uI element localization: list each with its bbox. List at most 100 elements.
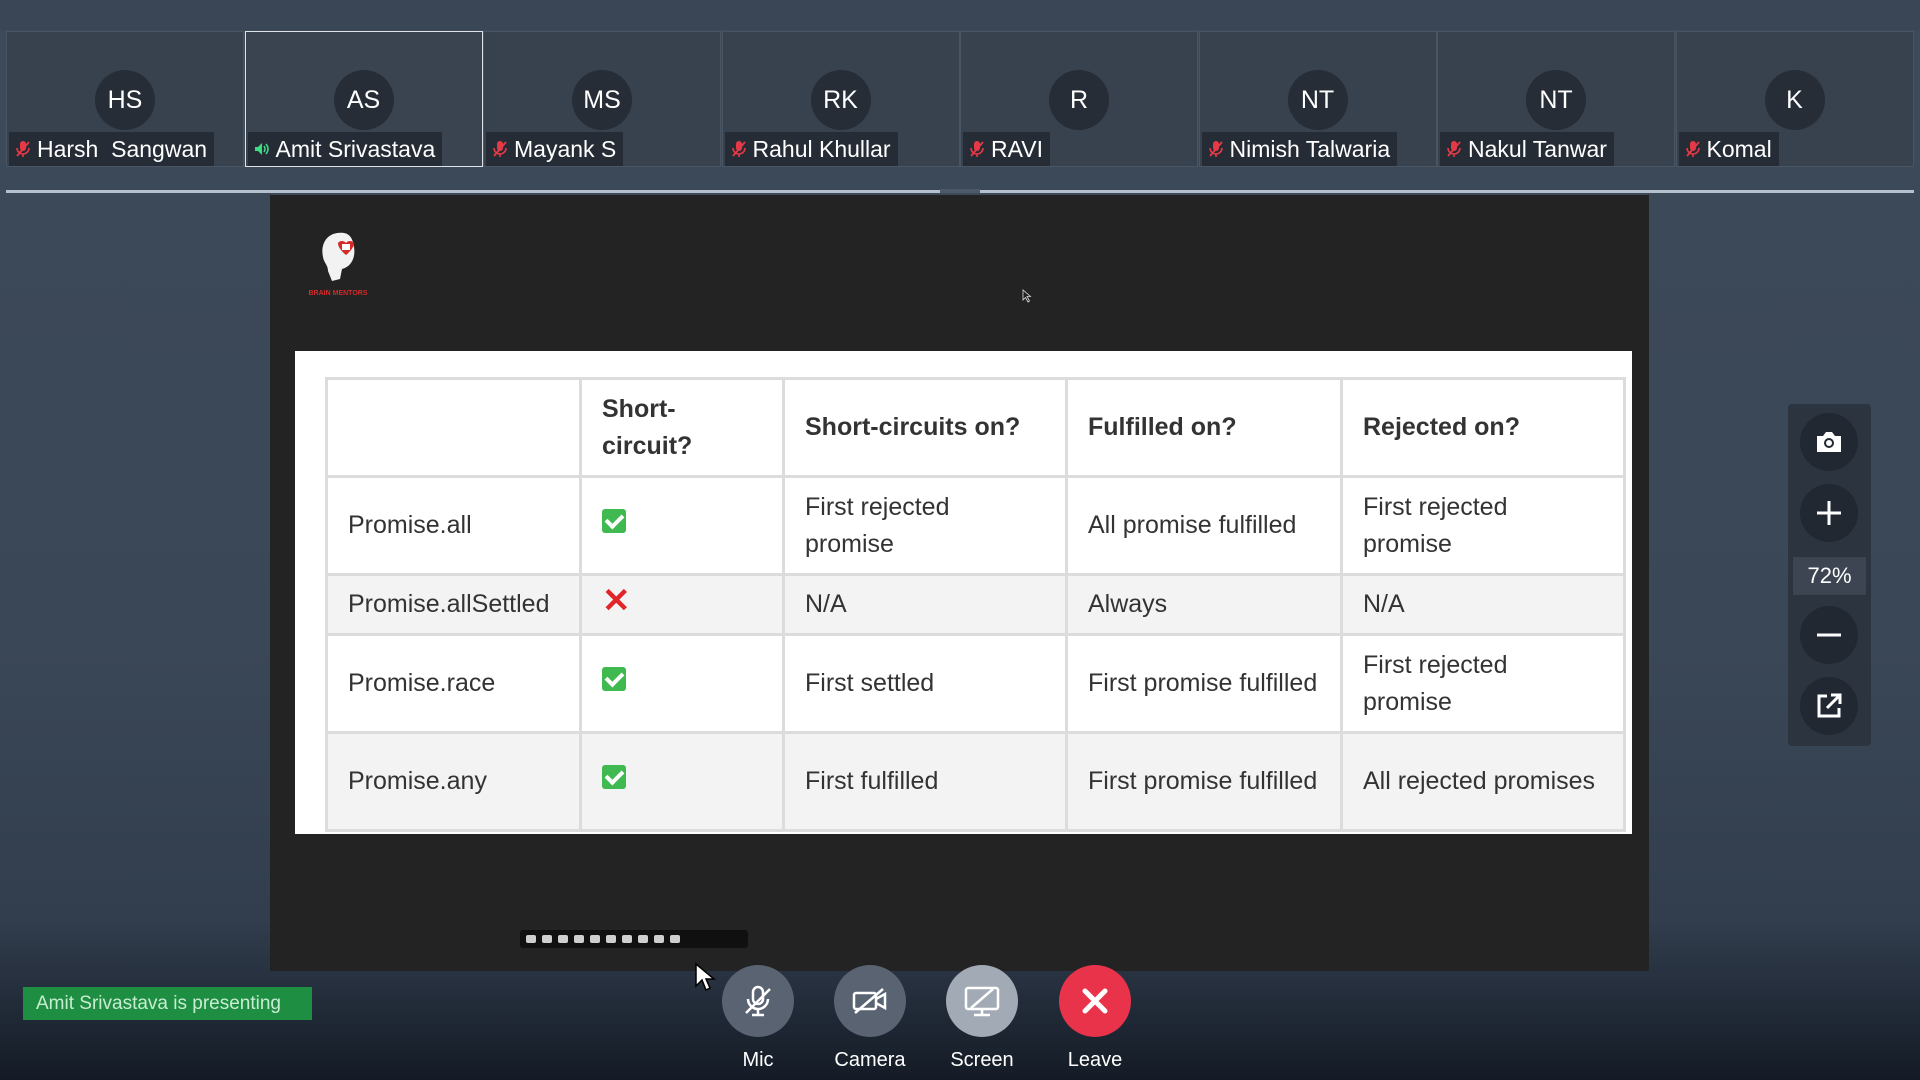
promise-comparison-table: Short-circuit? Short-circuits on? Fulfil… — [325, 377, 1626, 832]
table-header: Fulfilled on? — [1065, 377, 1343, 478]
table-row: Promise.all First rejected promise All p… — [325, 475, 1626, 576]
table-header: Short-circuits on? — [782, 377, 1068, 478]
screen-share-view: BRAIN MENTORS Short-circuit? Short-circu… — [270, 195, 1649, 971]
participant-namebar: Amit Srivastava — [247, 132, 443, 166]
participant-tile[interactable]: RK Rahul Khullar — [721, 31, 960, 167]
zoom-out-icon — [1817, 633, 1841, 637]
participant-name: RAVI — [991, 135, 1043, 162]
leave-label: Leave — [1067, 1049, 1123, 1071]
leave-button[interactable] — [1059, 965, 1131, 1037]
mic-off-icon — [745, 985, 771, 1017]
check-icon — [602, 667, 626, 691]
resize-handle[interactable] — [940, 189, 980, 193]
participant-tile-active[interactable]: AS Amit Srivastava — [244, 31, 483, 167]
screen-label: Screen — [950, 1049, 1014, 1071]
camera-control[interactable]: Camera — [833, 965, 907, 1072]
svg-text:BRAIN MENTORS: BRAIN MENTORS — [309, 290, 368, 297]
mic-muted-icon — [1685, 141, 1700, 157]
participant-tile[interactable]: NT Nakul Tanwar — [1437, 31, 1675, 167]
fulfilled-on-cell: Always — [1065, 573, 1343, 636]
zoom-in-button[interactable] — [1800, 484, 1858, 542]
mic-muted-icon — [1208, 141, 1223, 157]
slide-content: Short-circuit? Short-circuits on? Fulfil… — [295, 351, 1632, 834]
check-icon — [602, 509, 626, 533]
table-header: Rejected on? — [1340, 377, 1626, 478]
popout-button[interactable] — [1800, 677, 1858, 735]
mouse-cursor-icon — [695, 962, 716, 992]
participant-name: Komal — [1706, 135, 1772, 162]
camera-label: Camera — [834, 1049, 906, 1071]
camera-icon — [1817, 432, 1841, 452]
fulfilled-on-cell: First promise fulfilled — [1065, 731, 1343, 832]
mic-control[interactable]: Mic — [721, 965, 795, 1072]
avatar: AS — [333, 70, 394, 130]
participant-tile[interactable]: R RAVI — [960, 31, 1198, 167]
short-circuit-cell — [579, 731, 785, 832]
method-cell: Promise.allSettled — [325, 573, 582, 636]
short-circuits-on-cell: First fulfilled — [782, 731, 1068, 832]
mic-muted-icon — [16, 141, 30, 157]
participant-name: Harsh Sangwan — [37, 135, 208, 162]
participant-name: Amit Srivastava — [275, 135, 436, 162]
participant-tile[interactable]: HS Harsh Sangwan — [6, 31, 244, 167]
speaker-active-icon — [254, 143, 269, 155]
annotation-toolbar[interactable] — [520, 930, 748, 948]
participant-name: Nimish Talwaria — [1229, 135, 1391, 162]
short-circuits-on-cell: First rejected promise — [782, 475, 1068, 576]
participant-namebar: Nakul Tanwar — [1440, 132, 1614, 166]
method-cell: Promise.race — [325, 633, 582, 734]
fulfilled-on-cell: First promise fulfilled — [1065, 633, 1343, 734]
participant-namebar: Nimish Talwaria — [1201, 132, 1398, 166]
tool-icon[interactable] — [558, 935, 568, 943]
screen-share-off-icon — [964, 986, 1000, 1017]
method-cell: Promise.all — [325, 475, 582, 576]
zoom-in-icon — [1817, 501, 1841, 525]
leave-control[interactable]: Leave — [1058, 965, 1132, 1072]
short-circuits-on-cell: N/A — [782, 573, 1068, 636]
tool-icon[interactable] — [542, 935, 552, 943]
zoom-panel: 72% — [1788, 404, 1871, 746]
popout-icon — [1817, 693, 1842, 718]
pointer-cursor-icon — [1022, 289, 1032, 303]
presenting-banner: Amit Srivastava is presenting — [23, 987, 312, 1020]
short-circuit-cell: ✕ — [579, 573, 785, 636]
avatar: K — [1764, 70, 1825, 130]
tool-icon[interactable] — [606, 935, 616, 943]
participant-namebar: RAVI — [963, 132, 1050, 166]
avatar: NT — [1287, 70, 1348, 130]
cross-icon: ✕ — [602, 582, 631, 620]
zoom-out-button[interactable] — [1800, 606, 1858, 664]
brain-mentors-logo: BRAIN MENTORS — [309, 232, 368, 297]
tool-icon[interactable] — [590, 935, 600, 943]
table-row: Promise.allSettled ✕ N/A Always N/A — [325, 573, 1626, 636]
tool-icon[interactable] — [574, 935, 584, 943]
mic-muted-icon — [493, 141, 507, 157]
camera-button[interactable] — [834, 965, 906, 1037]
screen-control[interactable]: Screen — [945, 965, 1019, 1072]
close-icon — [1082, 988, 1108, 1014]
participant-name: Mayank S — [514, 135, 617, 162]
participant-namebar: Mayank S — [486, 132, 624, 166]
snapshot-button[interactable] — [1800, 413, 1858, 471]
avatar: MS — [572, 70, 632, 130]
table-header — [325, 377, 582, 478]
table-row: Promise.race First settled First promise… — [325, 633, 1626, 734]
short-circuit-cell — [579, 475, 785, 576]
participant-name: Rahul Khullar — [752, 135, 891, 162]
rejected-on-cell: N/A — [1340, 573, 1626, 636]
tool-icon[interactable] — [670, 935, 680, 943]
tool-icon[interactable] — [526, 935, 536, 943]
participant-namebar: Harsh Sangwan — [9, 132, 215, 166]
tool-icon[interactable] — [622, 935, 632, 943]
participant-tile[interactable]: K Komal — [1675, 31, 1914, 167]
participant-name: Nakul Tanwar — [1468, 135, 1607, 162]
participant-tile[interactable]: NT Nimish Talwaria — [1198, 31, 1437, 167]
window-top-bar — [0, 0, 1920, 30]
participant-tile[interactable]: MS Mayank S — [483, 31, 721, 167]
screen-share-button[interactable] — [946, 965, 1018, 1037]
method-cell: Promise.any — [325, 731, 582, 832]
mic-button[interactable] — [722, 965, 794, 1037]
tool-icon[interactable] — [654, 935, 664, 943]
tool-icon[interactable] — [638, 935, 648, 943]
avatar: R — [1049, 70, 1109, 130]
